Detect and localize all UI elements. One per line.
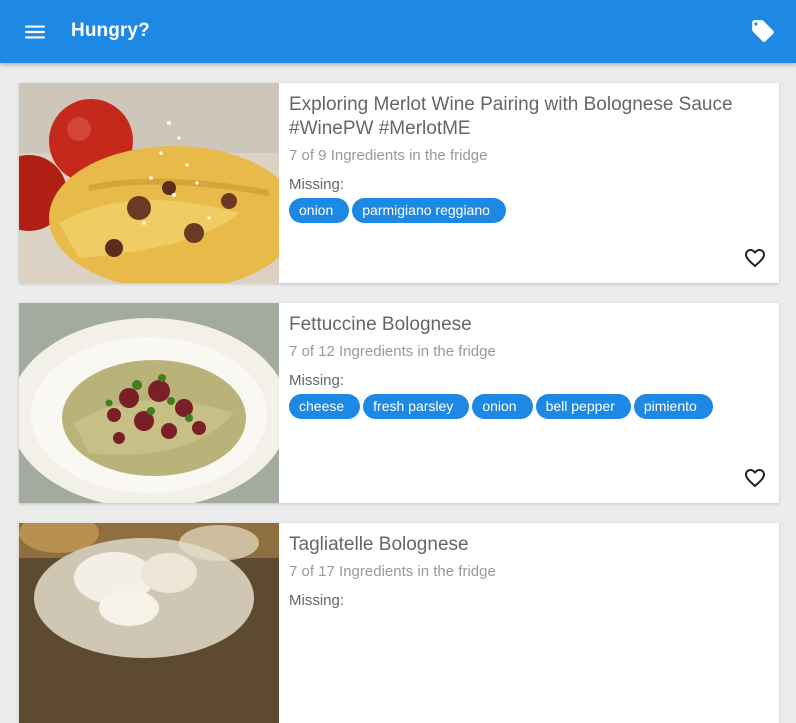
heart-outline-icon[interactable] (743, 466, 767, 490)
recipe-card[interactable]: Fettuccine Bolognese 7 of 12 Ingredients… (19, 303, 779, 503)
ingredient-chip[interactable]: cheese (289, 394, 361, 419)
recipe-title: Fettuccine Bolognese (289, 314, 472, 335)
recipe-card[interactable]: Exploring Merlot Wine Pairing with Bolog… (19, 83, 779, 283)
recipe-details: Exploring Merlot Wine Pairing with Bolog… (289, 93, 739, 227)
app-title: Hungry? (71, 20, 150, 41)
app-bar: Hungry? (0, 0, 796, 63)
ingredient-chip[interactable]: parmigiano reggiano (352, 198, 506, 223)
missing-ingredients: onion parmigiano reggiano (289, 198, 739, 227)
ingredient-chip[interactable]: onion (289, 198, 350, 223)
menu-icon[interactable] (22, 19, 48, 45)
recipe-image (19, 303, 279, 503)
ingredients-count: 7 of 17 Ingredients in the fridge (289, 563, 496, 580)
missing-label: Missing: (289, 372, 345, 389)
recipe-image (19, 83, 279, 283)
recipe-title: Exploring Merlot Wine Pairing with Bolog… (289, 94, 733, 139)
missing-label: Missing: (289, 592, 345, 609)
missing-label: Missing: (289, 176, 345, 193)
heart-outline-icon[interactable] (743, 246, 767, 270)
recipe-details: Tagliatelle Bolognese 7 of 17 Ingredient… (289, 533, 739, 611)
ingredient-chip[interactable]: pimiento (633, 394, 713, 419)
recipe-title: Tagliatelle Bolognese (289, 534, 469, 555)
tag-icon[interactable] (750, 18, 776, 44)
ingredients-count: 7 of 12 Ingredients in the fridge (289, 343, 496, 360)
ingredient-chip[interactable]: bell pepper (535, 394, 631, 419)
recipe-card[interactable]: Tagliatelle Bolognese 7 of 17 Ingredient… (19, 523, 779, 723)
missing-ingredients: cheese fresh parsley onion bell pepper p… (289, 394, 739, 423)
ingredients-count: 7 of 9 Ingredients in the fridge (289, 147, 488, 164)
recipe-details: Fettuccine Bolognese 7 of 12 Ingredients… (289, 313, 739, 423)
recipe-image (19, 523, 279, 723)
ingredient-chip[interactable]: onion (472, 394, 533, 419)
ingredient-chip[interactable]: fresh parsley (363, 394, 470, 419)
